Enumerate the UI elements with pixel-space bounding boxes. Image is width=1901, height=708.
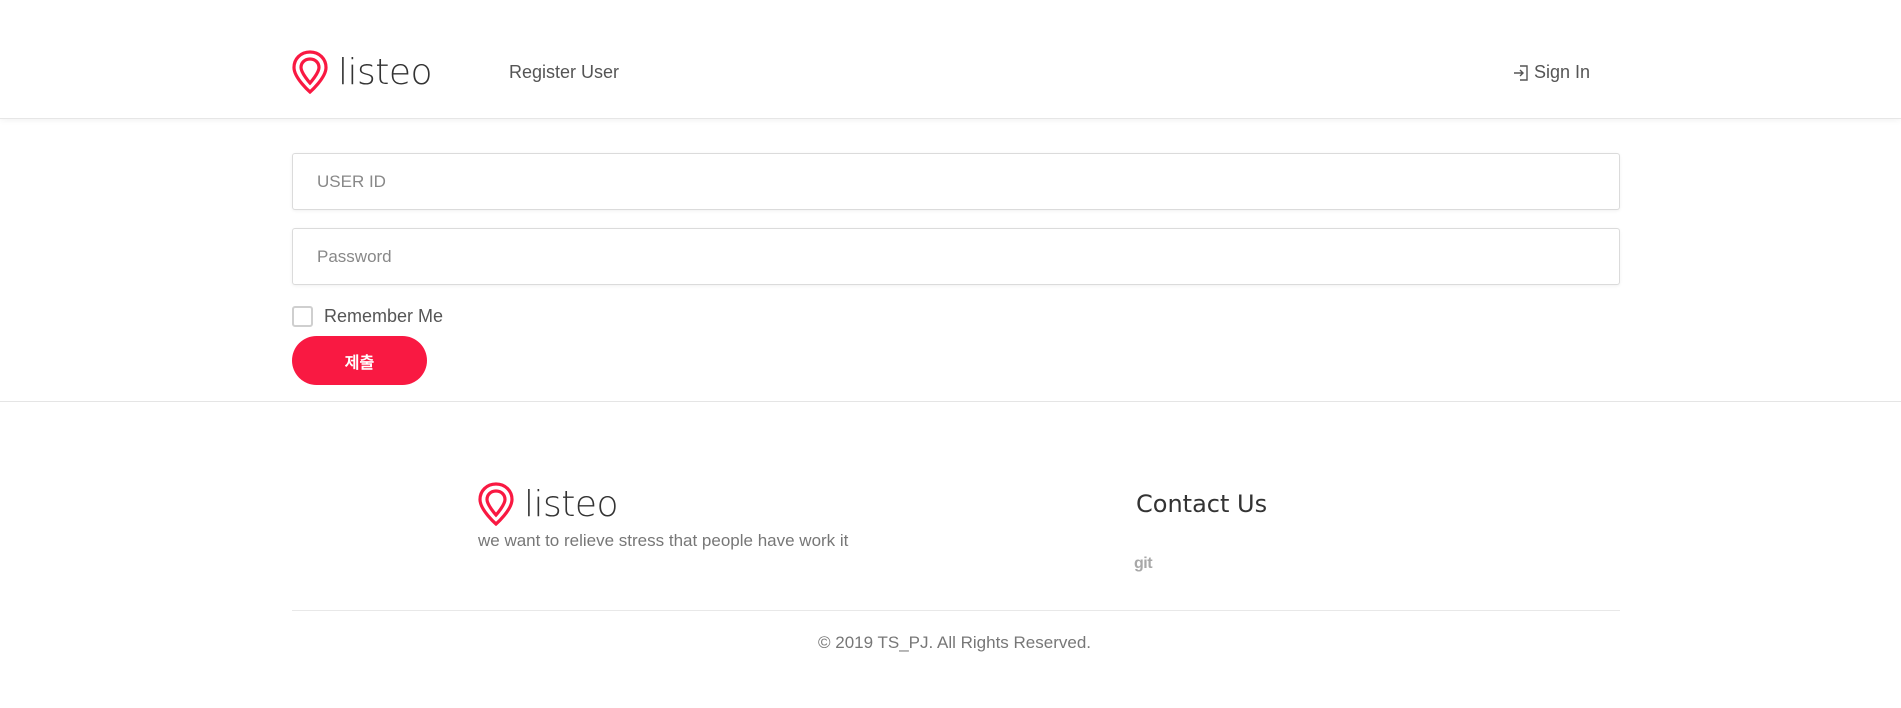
git-link[interactable]: git — [1134, 555, 1153, 573]
logo-text: listeo — [338, 51, 433, 93]
contact-us-heading: Contact Us — [1136, 490, 1268, 518]
remember-me-label: Remember Me — [324, 306, 444, 326]
nav-register-user[interactable]: Register User — [509, 62, 619, 83]
footer-tagline: we want to relieve stress that people ha… — [478, 531, 849, 550]
map-pin-icon — [292, 50, 328, 94]
password-input[interactable] — [292, 228, 1620, 285]
sign-in-button[interactable]: Sign In — [1512, 62, 1590, 83]
header-logo[interactable]: listeo — [292, 50, 433, 94]
footer-divider — [0, 401, 1901, 402]
footer-logo-text: listeo — [524, 483, 619, 525]
remember-me-checkbox[interactable] — [292, 306, 313, 327]
map-pin-icon — [478, 482, 514, 526]
footer-rule — [292, 610, 1620, 611]
remember-me-toggle[interactable]: Remember Me — [292, 306, 443, 327]
submit-button[interactable]: 제출 — [292, 336, 427, 385]
site-header: listeo Register User Sign In — [0, 0, 1901, 119]
user-id-input[interactable] — [292, 153, 1620, 210]
copyright-text: © 2019 TS_PJ. All Rights Reserved. — [817, 633, 1091, 652]
sign-in-icon — [1514, 64, 1528, 81]
sign-in-label: Sign In — [1534, 62, 1591, 82]
footer-logo[interactable]: listeo — [478, 482, 619, 526]
